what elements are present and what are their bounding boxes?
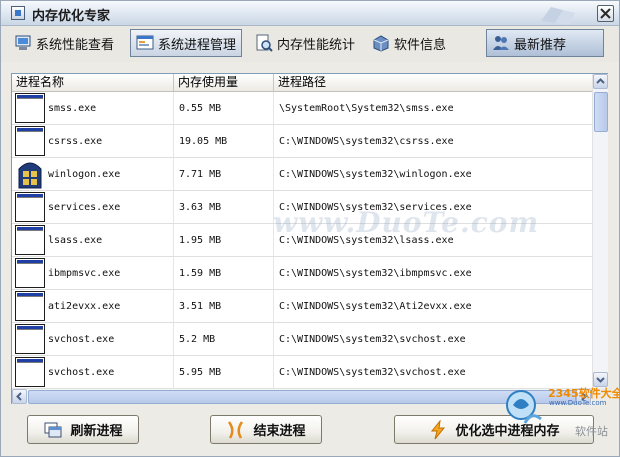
info-box-icon	[373, 35, 389, 52]
memory-usage: 5.95 MB	[174, 356, 274, 388]
memory-usage: 1.59 MB	[174, 257, 274, 289]
tab-latest-recommendations[interactable]: 最新推荐	[486, 29, 604, 57]
process-window-icon	[15, 324, 45, 354]
scroll-up-button[interactable]	[593, 74, 608, 89]
memory-usage: 5.2 MB	[174, 323, 274, 355]
memory-usage: 7.71 MB	[174, 158, 274, 190]
button-label: 结束进程	[253, 424, 306, 439]
vertical-scrollbar[interactable]	[592, 74, 608, 388]
app-window: 内存优化专家 系统性能查看 系统进程管理 内存性能统计 软件信息 最新推荐 进程…	[0, 0, 620, 457]
windows-stack-icon	[44, 422, 62, 437]
column-header-name[interactable]: 进程名称	[12, 74, 174, 92]
table-row[interactable]: ati2evxx.exe 3.51 MB C:\WINDOWS\system32…	[12, 290, 592, 323]
chevron-left-icon	[16, 392, 22, 401]
memory-usage: 3.63 MB	[174, 191, 274, 223]
process-window-icon	[15, 357, 45, 387]
window-list-icon	[136, 35, 154, 50]
process-path: C:\WINDOWS\system32\csrss.exe	[279, 135, 454, 147]
table-row[interactable]: csrss.exe 19.05 MB C:\WINDOWS\system32\c…	[12, 125, 592, 158]
list-header: 进程名称 内存使用量 进程路径	[12, 74, 592, 92]
people-icon	[493, 36, 509, 50]
tab-software-info[interactable]: 软件信息	[367, 29, 451, 57]
memory-usage: 19.05 MB	[174, 125, 274, 157]
list-rows: smss.exe 0.55 MB \SystemRoot\System32\sm…	[12, 92, 592, 388]
process-path: C:\WINDOWS\system32\winlogon.exe	[279, 168, 472, 180]
lightning-icon	[431, 419, 446, 439]
process-name: ibmpmsvc.exe	[48, 267, 121, 279]
process-window-icon	[15, 93, 45, 123]
process-window-icon	[15, 291, 45, 321]
brand-url: www.DuoTe.com	[549, 399, 607, 407]
column-header-path[interactable]: 进程路径	[274, 74, 592, 92]
process-name: lsass.exe	[48, 234, 103, 246]
windows-logo-icon	[541, 7, 575, 25]
table-row[interactable]: winlogon.exe 7.71 MB C:\WINDOWS\system32…	[12, 158, 592, 191]
tab-label: 系统性能查看	[36, 37, 115, 53]
process-path: C:\WINDOWS\system32\Ati2evxx.exe	[279, 300, 472, 312]
scroll-left-button[interactable]	[12, 389, 27, 404]
process-path: C:\WINDOWS\system32\svchost.exe	[279, 333, 466, 345]
refresh-process-button[interactable]: 刷新进程	[27, 415, 139, 444]
toolbar: 系统性能查看 系统进程管理 内存性能统计 软件信息 最新推荐	[1, 26, 619, 62]
process-window-icon	[15, 225, 45, 255]
close-button[interactable]	[597, 5, 614, 22]
watermark-text: www.DuoTe.com	[273, 206, 540, 239]
column-header-memory[interactable]: 内存使用量	[174, 74, 274, 92]
table-row[interactable]: svchost.exe 5.2 MB C:\WINDOWS\system32\s…	[12, 323, 592, 356]
app-icon	[11, 6, 25, 20]
window-title: 内存优化专家	[32, 9, 111, 24]
horizontal-scroll-thumb[interactable]	[28, 390, 576, 404]
process-path: \SystemRoot\System32\smss.exe	[279, 102, 454, 114]
tab-label: 系统进程管理	[158, 37, 237, 53]
tab-process-management[interactable]: 系统进程管理	[130, 29, 243, 57]
memory-usage: 1.95 MB	[174, 224, 274, 256]
tab-label: 最新推荐	[514, 37, 567, 53]
title-bar[interactable]: 内存优化专家	[1, 1, 619, 26]
process-name: ati2evxx.exe	[48, 300, 121, 312]
process-name: svchost.exe	[48, 366, 115, 378]
chevron-up-icon	[596, 78, 605, 84]
memory-usage: 3.51 MB	[174, 290, 274, 322]
process-name: winlogon.exe	[48, 168, 121, 180]
x-mark-icon	[228, 420, 244, 439]
tab-label: 内存性能统计	[277, 37, 356, 53]
table-row[interactable]: smss.exe 0.55 MB \SystemRoot\System32\sm…	[12, 92, 592, 125]
button-label: 刷新进程	[70, 424, 123, 439]
process-name: services.exe	[48, 201, 121, 213]
table-row[interactable]: ibmpmsvc.exe 1.59 MB C:\WINDOWS\system32…	[12, 257, 592, 290]
process-window-icon	[15, 126, 45, 156]
process-path: C:\WINDOWS\system32\ibmpmsvc.exe	[279, 267, 472, 279]
brand-site-label: 软件站	[575, 425, 608, 438]
winlogon-icon	[18, 162, 42, 189]
process-name: svchost.exe	[48, 333, 115, 345]
tab-system-performance[interactable]: 系统性能查看	[9, 29, 119, 57]
process-window-icon	[15, 192, 45, 222]
process-window-icon	[15, 258, 45, 288]
tab-label: 软件信息	[394, 37, 447, 53]
process-name: smss.exe	[48, 102, 97, 114]
monitor-icon	[15, 35, 31, 50]
vertical-scroll-thumb[interactable]	[594, 92, 608, 132]
memory-usage: 0.55 MB	[174, 92, 274, 124]
end-process-button[interactable]: 结束进程	[210, 415, 322, 444]
tab-memory-statistics[interactable]: 内存性能统计	[250, 29, 360, 57]
process-name: csrss.exe	[48, 135, 103, 147]
close-icon	[600, 8, 611, 19]
doc-magnifier-icon	[256, 34, 273, 52]
